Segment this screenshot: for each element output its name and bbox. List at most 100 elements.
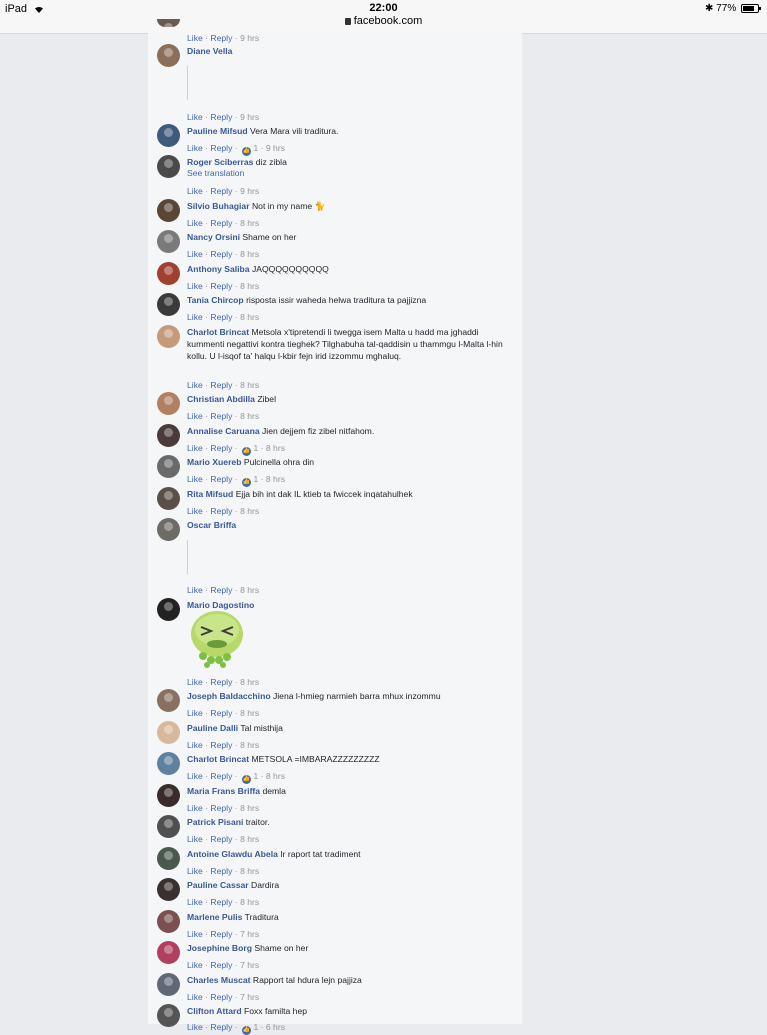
avatar[interactable]: [157, 721, 180, 744]
reply-link[interactable]: Reply: [210, 585, 232, 595]
commenter-name[interactable]: Charlot Brincat: [187, 754, 249, 764]
like-link[interactable]: Like: [187, 708, 203, 718]
reply-link[interactable]: Reply: [210, 771, 232, 781]
reply-link[interactable]: Reply: [210, 443, 232, 453]
reply-link[interactable]: Reply: [210, 866, 232, 876]
commenter-name[interactable]: Silvio Buhagiar: [187, 201, 250, 211]
commenter-name[interactable]: Christian Abdilla: [187, 394, 255, 404]
avatar[interactable]: [157, 878, 180, 901]
like-link[interactable]: Like: [187, 380, 203, 390]
like-link[interactable]: Like: [187, 992, 203, 1002]
reply-link[interactable]: Reply: [210, 281, 232, 291]
reply-link[interactable]: Reply: [210, 803, 232, 813]
like-link[interactable]: Like: [187, 218, 203, 228]
like-reaction-icon[interactable]: 👍: [242, 478, 252, 487]
avatar[interactable]: [157, 199, 180, 222]
commenter-name[interactable]: Tania Chircop: [187, 295, 244, 305]
reply-link[interactable]: Reply: [210, 312, 232, 322]
reply-link[interactable]: Reply: [210, 218, 232, 228]
comment-timestamp[interactable]: 7 hrs: [240, 992, 259, 1002]
avatar[interactable]: [157, 973, 180, 996]
avatar[interactable]: [157, 424, 180, 447]
avatar[interactable]: [157, 784, 180, 807]
reply-link[interactable]: Reply: [210, 897, 232, 907]
reply-link[interactable]: Reply: [210, 708, 232, 718]
comment-timestamp[interactable]: 8 hrs: [266, 474, 285, 484]
reaction-count[interactable]: 1: [253, 143, 258, 153]
reply-link[interactable]: Reply: [210, 380, 232, 390]
reply-link[interactable]: Reply: [210, 992, 232, 1002]
commenter-name[interactable]: Clifton Attard: [187, 1006, 242, 1016]
avatar[interactable]: [157, 455, 180, 478]
commenter-name[interactable]: Josephine Borg: [187, 943, 252, 953]
like-link[interactable]: Like: [187, 474, 203, 484]
reply-link[interactable]: Reply: [210, 474, 232, 484]
avatar[interactable]: [157, 752, 180, 775]
comment-timestamp[interactable]: 8 hrs: [266, 443, 285, 453]
avatar[interactable]: [157, 392, 180, 415]
like-link[interactable]: Like: [187, 677, 203, 687]
reaction-count[interactable]: 1: [253, 443, 258, 453]
comment-timestamp[interactable]: 8 hrs: [240, 834, 259, 844]
commenter-name[interactable]: Anthony Saliba: [187, 264, 250, 274]
like-link[interactable]: Like: [187, 771, 203, 781]
like-link[interactable]: Like: [187, 281, 203, 291]
like-link[interactable]: Like: [187, 506, 203, 516]
like-link[interactable]: Like: [187, 929, 203, 939]
like-link[interactable]: Like: [187, 803, 203, 813]
avatar[interactable]: [157, 941, 180, 964]
commenter-name[interactable]: Mario Xuereb: [187, 457, 241, 467]
comment-timestamp[interactable]: 8 hrs: [240, 312, 259, 322]
avatar[interactable]: [157, 910, 180, 933]
commenter-name[interactable]: Joseph Baldacchino: [187, 691, 271, 701]
comment-timestamp[interactable]: 8 hrs: [240, 866, 259, 876]
commenter-name[interactable]: Oscar Briffa: [187, 520, 236, 530]
commenter-name[interactable]: Antoine Glawdu Abela: [187, 849, 278, 859]
commenter-name[interactable]: Charles Muscat: [187, 975, 251, 985]
avatar[interactable]: [157, 598, 180, 621]
commenter-name[interactable]: Pauline Mifsud: [187, 126, 248, 136]
reply-link[interactable]: Reply: [210, 249, 232, 259]
comment-timestamp[interactable]: 8 hrs: [240, 249, 259, 259]
reply-link[interactable]: Reply: [210, 33, 232, 43]
reply-link[interactable]: Reply: [210, 677, 232, 687]
comment-timestamp[interactable]: 7 hrs: [240, 960, 259, 970]
reply-link[interactable]: Reply: [210, 143, 232, 153]
reply-link[interactable]: Reply: [210, 112, 232, 122]
like-link[interactable]: Like: [187, 443, 203, 453]
comment-timestamp[interactable]: 9 hrs: [240, 112, 259, 122]
commenter-name[interactable]: Diane Vella: [187, 46, 232, 56]
comment-timestamp[interactable]: 8 hrs: [240, 897, 259, 907]
avatar[interactable]: [157, 124, 180, 147]
reply-link[interactable]: Reply: [210, 834, 232, 844]
commenter-name[interactable]: Pauline Dalli: [187, 723, 238, 733]
like-reaction-icon[interactable]: 👍: [242, 1026, 252, 1035]
like-link[interactable]: Like: [187, 312, 203, 322]
reply-link[interactable]: Reply: [210, 506, 232, 516]
like-link[interactable]: Like: [187, 834, 203, 844]
avatar[interactable]: [157, 155, 180, 178]
avatar[interactable]: [157, 487, 180, 510]
avatar[interactable]: [157, 815, 180, 838]
like-reaction-icon[interactable]: 👍: [242, 775, 252, 784]
reply-link[interactable]: Reply: [210, 960, 232, 970]
avatar[interactable]: [157, 230, 180, 253]
comment-timestamp[interactable]: 8 hrs: [240, 740, 259, 750]
reply-link[interactable]: Reply: [210, 411, 232, 421]
like-link[interactable]: Like: [187, 33, 203, 43]
commenter-name[interactable]: Rita Mifsud: [187, 489, 233, 499]
see-translation-link[interactable]: See translation: [187, 168, 244, 178]
comment-timestamp[interactable]: 8 hrs: [240, 281, 259, 291]
like-link[interactable]: Like: [187, 411, 203, 421]
like-link[interactable]: Like: [187, 866, 203, 876]
like-link[interactable]: Like: [187, 249, 203, 259]
like-link[interactable]: Like: [187, 112, 203, 122]
comment-timestamp[interactable]: 8 hrs: [240, 380, 259, 390]
avatar[interactable]: [157, 518, 180, 541]
avatar[interactable]: [157, 325, 180, 348]
like-link[interactable]: Like: [187, 143, 203, 153]
commenter-name[interactable]: Nancy Orsini: [187, 232, 240, 242]
comment-timestamp[interactable]: 7 hrs: [240, 929, 259, 939]
commenter-name[interactable]: Patrick Pisani: [187, 817, 243, 827]
comment-timestamp[interactable]: 8 hrs: [240, 585, 259, 595]
